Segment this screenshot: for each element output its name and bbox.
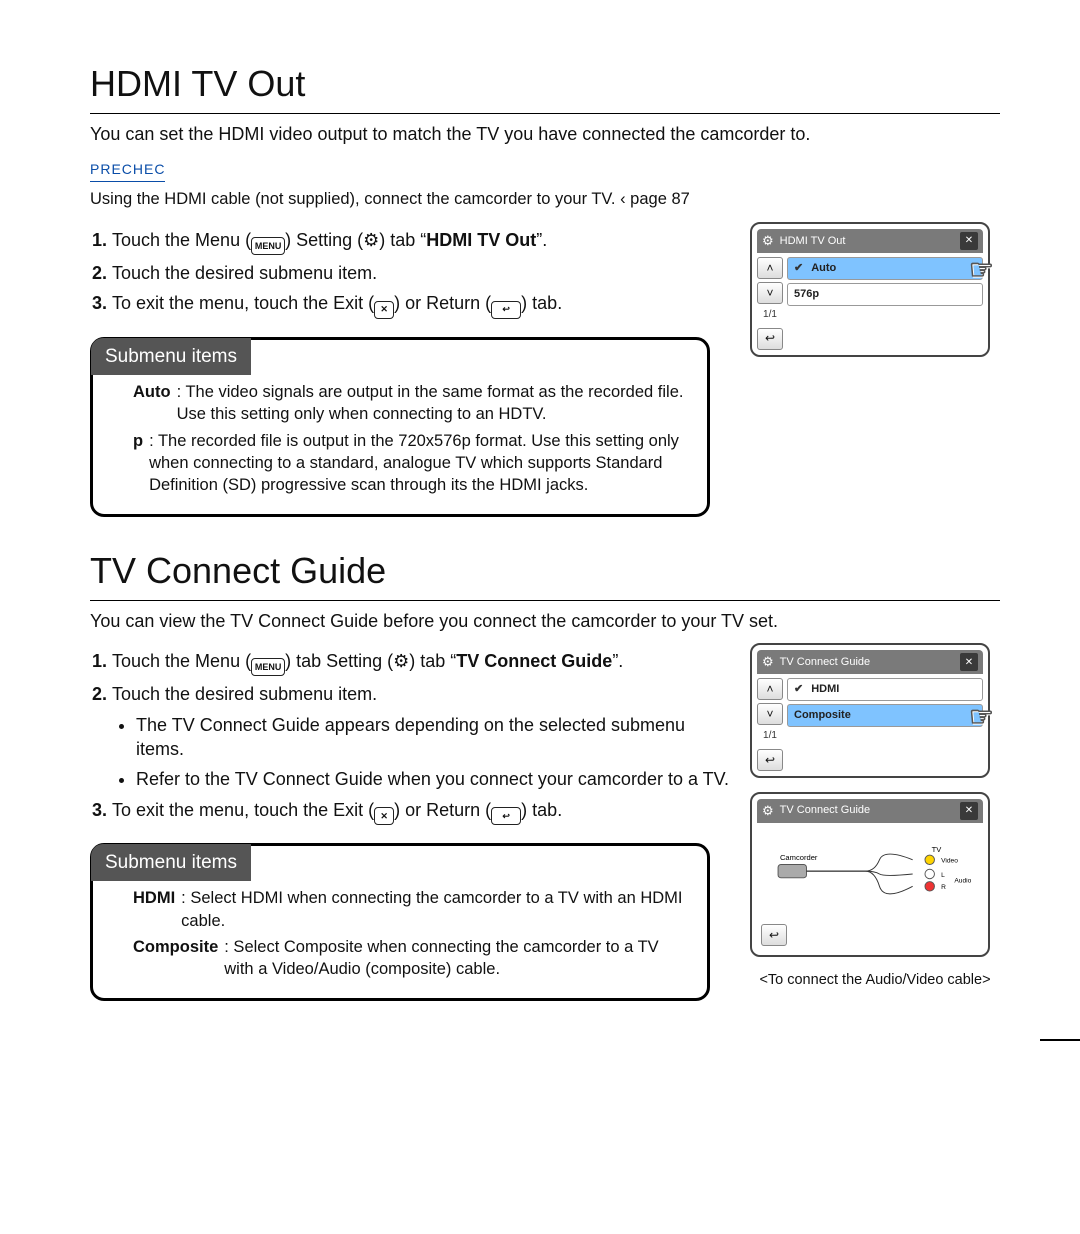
submenu-item-576p: p : The recorded file is output in the 7… bbox=[133, 430, 691, 497]
submenu-item-hdmi: HDMI : Select HDMI when connecting the c… bbox=[133, 887, 691, 932]
menu-icon: MENU bbox=[251, 658, 285, 676]
bullet-1: The TV Connect Guide appears depending o… bbox=[136, 713, 730, 762]
up-button[interactable]: ˄ bbox=[757, 257, 783, 279]
check-icon bbox=[794, 261, 805, 276]
step-1: Touch the Menu (MENU) tab Setting (⚙) ta… bbox=[112, 649, 730, 676]
diag-camcorder-label: Camcorder bbox=[780, 853, 818, 862]
lcd-title: TV Connect Guide bbox=[780, 655, 871, 670]
submenu-title: Submenu items bbox=[91, 338, 251, 376]
menu-icon: MENU bbox=[251, 237, 285, 255]
down-button[interactable]: ˅ bbox=[757, 282, 783, 304]
step-2: Touch the desired submenu item. The TV C… bbox=[112, 682, 730, 791]
section-title-hdmi: HDMI TV Out bbox=[90, 60, 1000, 114]
step-2: Touch the desired submenu item. bbox=[112, 261, 730, 285]
diag-video-label: Video bbox=[941, 857, 958, 864]
submenu-item-auto: Auto : The video signals are output in t… bbox=[133, 381, 691, 426]
up-button[interactable]: ˄ bbox=[757, 678, 783, 700]
connection-diagram: Camcorder TV Video L R Audio bbox=[761, 829, 979, 919]
diag-audio-label: Audio bbox=[954, 877, 971, 884]
precheck-note: Using the HDMI cable (not supplied), con… bbox=[90, 188, 1000, 210]
menu-row-auto[interactable]: Auto ☞ bbox=[787, 257, 983, 280]
submenu-title: Submenu items bbox=[91, 844, 251, 882]
submenu-box-hdmi: Submenu items Auto : The video signals a… bbox=[90, 337, 710, 518]
menu-row-composite[interactable]: Composite ☞ bbox=[787, 704, 983, 727]
menu-row-hdmi[interactable]: HDMI bbox=[787, 678, 983, 701]
submenu-box-tvc: Submenu items HDMI : Select HDMI when co… bbox=[90, 843, 710, 1002]
return-button[interactable]: ↩ bbox=[757, 749, 783, 771]
intro-hdmi: You can set the HDMI video output to mat… bbox=[90, 122, 1000, 146]
diag-tv-label: TV bbox=[932, 845, 943, 854]
close-icon[interactable]: ✕ bbox=[960, 653, 978, 671]
lcd-tvc-diagram: TV Connect Guide ✕ Camcorder TV Video bbox=[750, 792, 990, 957]
steps-hdmi: Touch the Menu (MENU) Setting (⚙) tab “H… bbox=[90, 228, 730, 318]
page-edge-mark bbox=[1040, 1039, 1080, 1041]
menu-row-576p[interactable]: 576p bbox=[787, 283, 983, 306]
lcd-hdmi: HDMI TV Out ✕ ˄ ˅ 1/1 ↩ Auto ☞ bbox=[750, 222, 990, 357]
page-indicator: 1/1 bbox=[763, 728, 777, 746]
lcd-title: HDMI TV Out bbox=[780, 234, 846, 249]
lcd-title: TV Connect Guide bbox=[780, 803, 871, 818]
diag-l-label: L bbox=[941, 872, 945, 879]
return-icon: ↩ bbox=[491, 301, 521, 319]
check-icon bbox=[794, 682, 805, 697]
exit-icon: ✕ bbox=[374, 807, 394, 825]
return-button[interactable]: ↩ bbox=[761, 924, 787, 946]
return-button[interactable]: ↩ bbox=[757, 328, 783, 350]
step-3: To exit the menu, touch the Exit (✕) or … bbox=[112, 291, 730, 318]
gear-icon: ⚙ bbox=[363, 230, 379, 250]
precheck-label: PRECHEC bbox=[90, 160, 165, 182]
diagram-caption: <To connect the Audio/Video cable> bbox=[750, 971, 1000, 991]
exit-icon: ✕ bbox=[374, 301, 394, 319]
step-1: Touch the Menu (MENU) Setting (⚙) tab “H… bbox=[112, 228, 730, 255]
gear-icon bbox=[762, 653, 774, 671]
gear-icon bbox=[762, 232, 774, 250]
submenu-item-composite: Composite : Select Composite when connec… bbox=[133, 936, 691, 981]
gear-icon bbox=[762, 802, 774, 820]
lcd-tvc-menu: TV Connect Guide ✕ ˄ ˅ 1/1 ↩ HDMI Compos… bbox=[750, 643, 990, 778]
cursor-icon: ☞ bbox=[969, 698, 994, 736]
down-button[interactable]: ˅ bbox=[757, 703, 783, 725]
page-indicator: 1/1 bbox=[763, 307, 777, 325]
step-3: To exit the menu, touch the Exit (✕) or … bbox=[112, 798, 730, 825]
close-icon[interactable]: ✕ bbox=[960, 232, 978, 250]
return-icon: ↩ bbox=[491, 807, 521, 825]
intro-tvc: You can view the TV Connect Guide before… bbox=[90, 609, 1000, 633]
bullet-2: Refer to the TV Connect Guide when you c… bbox=[136, 767, 730, 791]
close-icon[interactable]: ✕ bbox=[960, 802, 978, 820]
gear-icon: ⚙ bbox=[393, 651, 409, 671]
steps-tvc: Touch the Menu (MENU) tab Setting (⚙) ta… bbox=[90, 649, 730, 824]
diag-r-label: R bbox=[941, 884, 946, 891]
section-title-tvc: TV Connect Guide bbox=[90, 547, 1000, 601]
